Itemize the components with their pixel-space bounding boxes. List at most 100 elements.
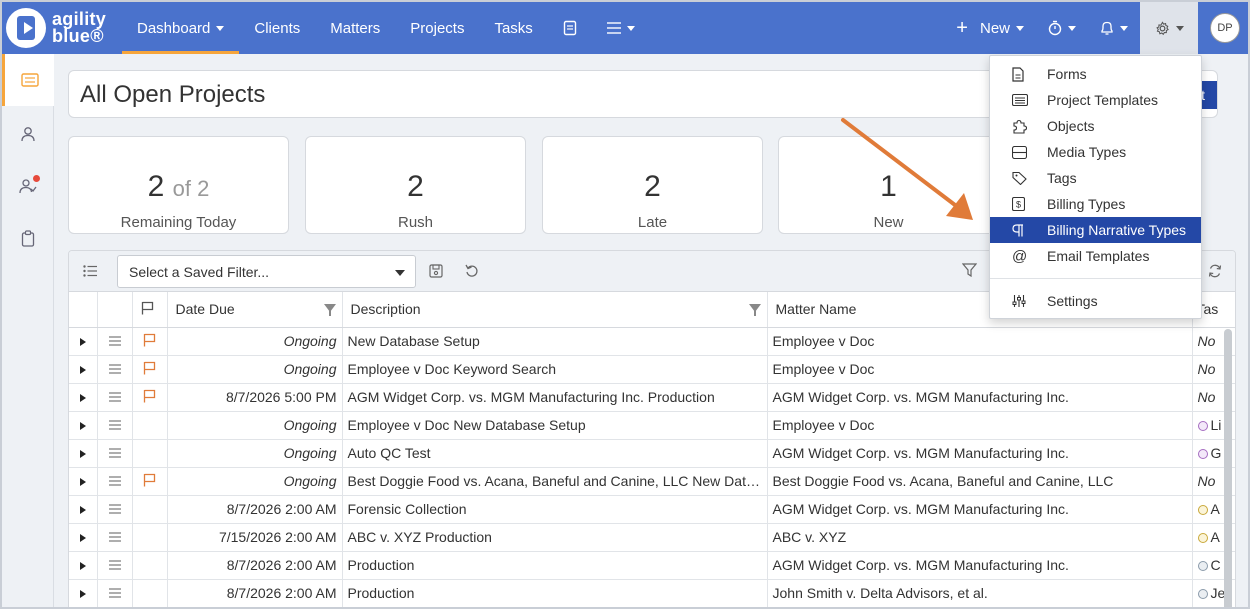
menu-item-media-types[interactable]: Media Types	[990, 139, 1201, 165]
description-cell[interactable]: Employee v Doc Keyword Search	[342, 355, 768, 384]
row-expand-toggle[interactable]	[69, 495, 98, 524]
row-expand-toggle[interactable]	[69, 355, 98, 384]
row-flag-cell[interactable]	[132, 439, 168, 468]
table-row[interactable]: Ongoing Best Doggie Food vs. Acana, Banef…	[69, 467, 1235, 496]
row-menu-button[interactable]	[97, 579, 133, 607]
avatar[interactable]: DP	[1210, 13, 1240, 43]
description-column-header[interactable]: Description	[342, 292, 768, 328]
reset-filter-button[interactable]	[465, 264, 479, 281]
stat-new[interactable]: 1 New	[778, 136, 999, 234]
table-row[interactable]: Ongoing Auto QC Test AGM Widget Corp. vs. …	[69, 439, 1235, 468]
matter-name-cell[interactable]: Employee v Doc	[767, 411, 1193, 440]
refresh-button[interactable]	[1208, 264, 1222, 281]
menu-item-forms[interactable]: Forms	[990, 61, 1201, 87]
nav-clients[interactable]: Clients	[239, 2, 315, 54]
row-expand-toggle[interactable]	[69, 327, 98, 356]
nav-tasks[interactable]: Tasks	[479, 2, 547, 54]
row-menu-button[interactable]	[97, 355, 133, 384]
table-row[interactable]: 8/7/2026 5:00 PM AGM Widget Corp. vs. MGM…	[69, 383, 1235, 412]
row-menu-button[interactable]	[97, 439, 133, 468]
flag-column-header[interactable]	[132, 292, 168, 328]
matter-name-cell[interactable]: John Smith v. Delta Advisors, et al.	[767, 579, 1193, 607]
sidebar-item-projects[interactable]	[2, 54, 54, 106]
table-row[interactable]: 7/15/2026 2:00 AM ABC v. XYZ Production AB…	[69, 523, 1235, 552]
matter-name-cell[interactable]: AGM Widget Corp. vs. MGM Manufacturing I…	[767, 439, 1193, 468]
menu-item-billing-narrative-types[interactable]: Billing Narrative Types	[990, 217, 1201, 243]
saved-filter-select[interactable]: Select a Saved Filter...	[117, 255, 416, 288]
description-cell[interactable]: New Database Setup	[342, 327, 768, 356]
new-button[interactable]: + New	[944, 2, 1036, 54]
row-flag-cell[interactable]	[132, 355, 168, 384]
description-cell[interactable]: Employee v Doc New Database Setup	[342, 411, 768, 440]
description-cell[interactable]: AGM Widget Corp. vs. MGM Manufacturing I…	[342, 383, 768, 412]
menu-item-email-templates[interactable]: @ Email Templates	[990, 243, 1201, 269]
row-expand-toggle[interactable]	[69, 523, 98, 552]
description-cell[interactable]: Forensic Collection	[342, 495, 768, 524]
nav-projects[interactable]: Projects	[395, 2, 479, 54]
nav-more-menu[interactable]	[592, 2, 650, 54]
menu-item-settings[interactable]: Settings	[990, 288, 1201, 314]
filter-button[interactable]	[961, 263, 978, 280]
row-menu-button[interactable]	[97, 495, 133, 524]
matter-name-cell[interactable]: AGM Widget Corp. vs. MGM Manufacturing I…	[767, 383, 1193, 412]
nav-matters[interactable]: Matters	[315, 2, 395, 54]
matter-name-cell[interactable]: AGM Widget Corp. vs. MGM Manufacturing I…	[767, 495, 1193, 524]
stat-rush[interactable]: 2 Rush	[305, 136, 526, 234]
row-menu-button[interactable]	[97, 551, 133, 580]
row-flag-cell[interactable]	[132, 495, 168, 524]
table-row[interactable]: 8/7/2026 2:00 AM Forensic Collection AGM W…	[69, 495, 1235, 524]
row-expand-toggle[interactable]	[69, 383, 98, 412]
row-flag-cell[interactable]	[132, 579, 168, 607]
row-expand-toggle[interactable]	[69, 551, 98, 580]
menu-item-project-templates[interactable]: Project Templates	[990, 87, 1201, 113]
matter-name-cell[interactable]: Best Doggie Food vs. Acana, Baneful and …	[767, 467, 1193, 496]
menu-item-tags[interactable]: Tags	[990, 165, 1201, 191]
timer-button[interactable]	[1036, 2, 1088, 54]
row-expand-toggle[interactable]	[69, 467, 98, 496]
column-filter-icon[interactable]	[748, 304, 761, 316]
matter-name-cell[interactable]: AGM Widget Corp. vs. MGM Manufacturing I…	[767, 551, 1193, 580]
description-cell[interactable]: Best Doggie Food vs. Acana, Baneful and …	[342, 467, 768, 496]
sidebar-item-assignments[interactable]	[2, 160, 54, 212]
table-row[interactable]: 8/7/2026 2:00 AM Production John Smith v. …	[69, 579, 1235, 607]
column-chooser-button[interactable]	[83, 264, 97, 280]
nav-document-button[interactable]	[548, 2, 592, 54]
row-menu-button[interactable]	[97, 467, 133, 496]
sidebar-item-clipboard[interactable]	[2, 212, 54, 264]
row-expand-toggle[interactable]	[69, 411, 98, 440]
stat-remaining-today[interactable]: 2 of 2 Remaining Today	[68, 136, 289, 234]
table-row[interactable]: 8/7/2026 2:00 AM Production AGM Widget Cor…	[69, 551, 1235, 580]
menu-item-objects[interactable]: Objects	[990, 113, 1201, 139]
row-menu-button[interactable]	[97, 327, 133, 356]
sidebar-item-contacts[interactable]	[2, 108, 54, 160]
menu-item-billing-types[interactable]: $ Billing Types	[990, 191, 1201, 217]
description-cell[interactable]: Production	[342, 551, 768, 580]
grid-scrollbar[interactable]	[1224, 329, 1232, 607]
row-flag-cell[interactable]	[132, 467, 168, 496]
row-flag-cell[interactable]	[132, 383, 168, 412]
nav-dashboard[interactable]: Dashboard	[122, 2, 240, 54]
description-cell[interactable]: Auto QC Test	[342, 439, 768, 468]
table-row[interactable]: Ongoing Employee v Doc New Database Setup…	[69, 411, 1235, 440]
row-menu-button[interactable]	[97, 523, 133, 552]
row-flag-cell[interactable]	[132, 411, 168, 440]
row-flag-cell[interactable]	[132, 327, 168, 356]
row-flag-cell[interactable]	[132, 551, 168, 580]
row-menu-button[interactable]	[97, 411, 133, 440]
row-menu-button[interactable]	[97, 383, 133, 412]
row-flag-cell[interactable]	[132, 523, 168, 552]
matter-name-cell[interactable]: ABC v. XYZ	[767, 523, 1193, 552]
date-due-column-header[interactable]: Date Due	[167, 292, 343, 328]
matter-name-cell[interactable]: Employee v Doc	[767, 327, 1193, 356]
column-filter-icon[interactable]	[323, 304, 336, 316]
row-expand-toggle[interactable]	[69, 579, 98, 607]
row-expand-toggle[interactable]	[69, 439, 98, 468]
description-cell[interactable]: ABC v. XYZ Production	[342, 523, 768, 552]
table-row[interactable]: Ongoing New Database Setup Employee v Doc N…	[69, 327, 1235, 356]
stat-late[interactable]: 2 Late	[542, 136, 763, 234]
notifications-button[interactable]	[1088, 2, 1140, 54]
table-row[interactable]: Ongoing Employee v Doc Keyword Search Empl…	[69, 355, 1235, 384]
logo[interactable]: agility blue®	[6, 8, 106, 48]
matter-name-cell[interactable]: Employee v Doc	[767, 355, 1193, 384]
save-filter-button[interactable]	[429, 264, 443, 281]
